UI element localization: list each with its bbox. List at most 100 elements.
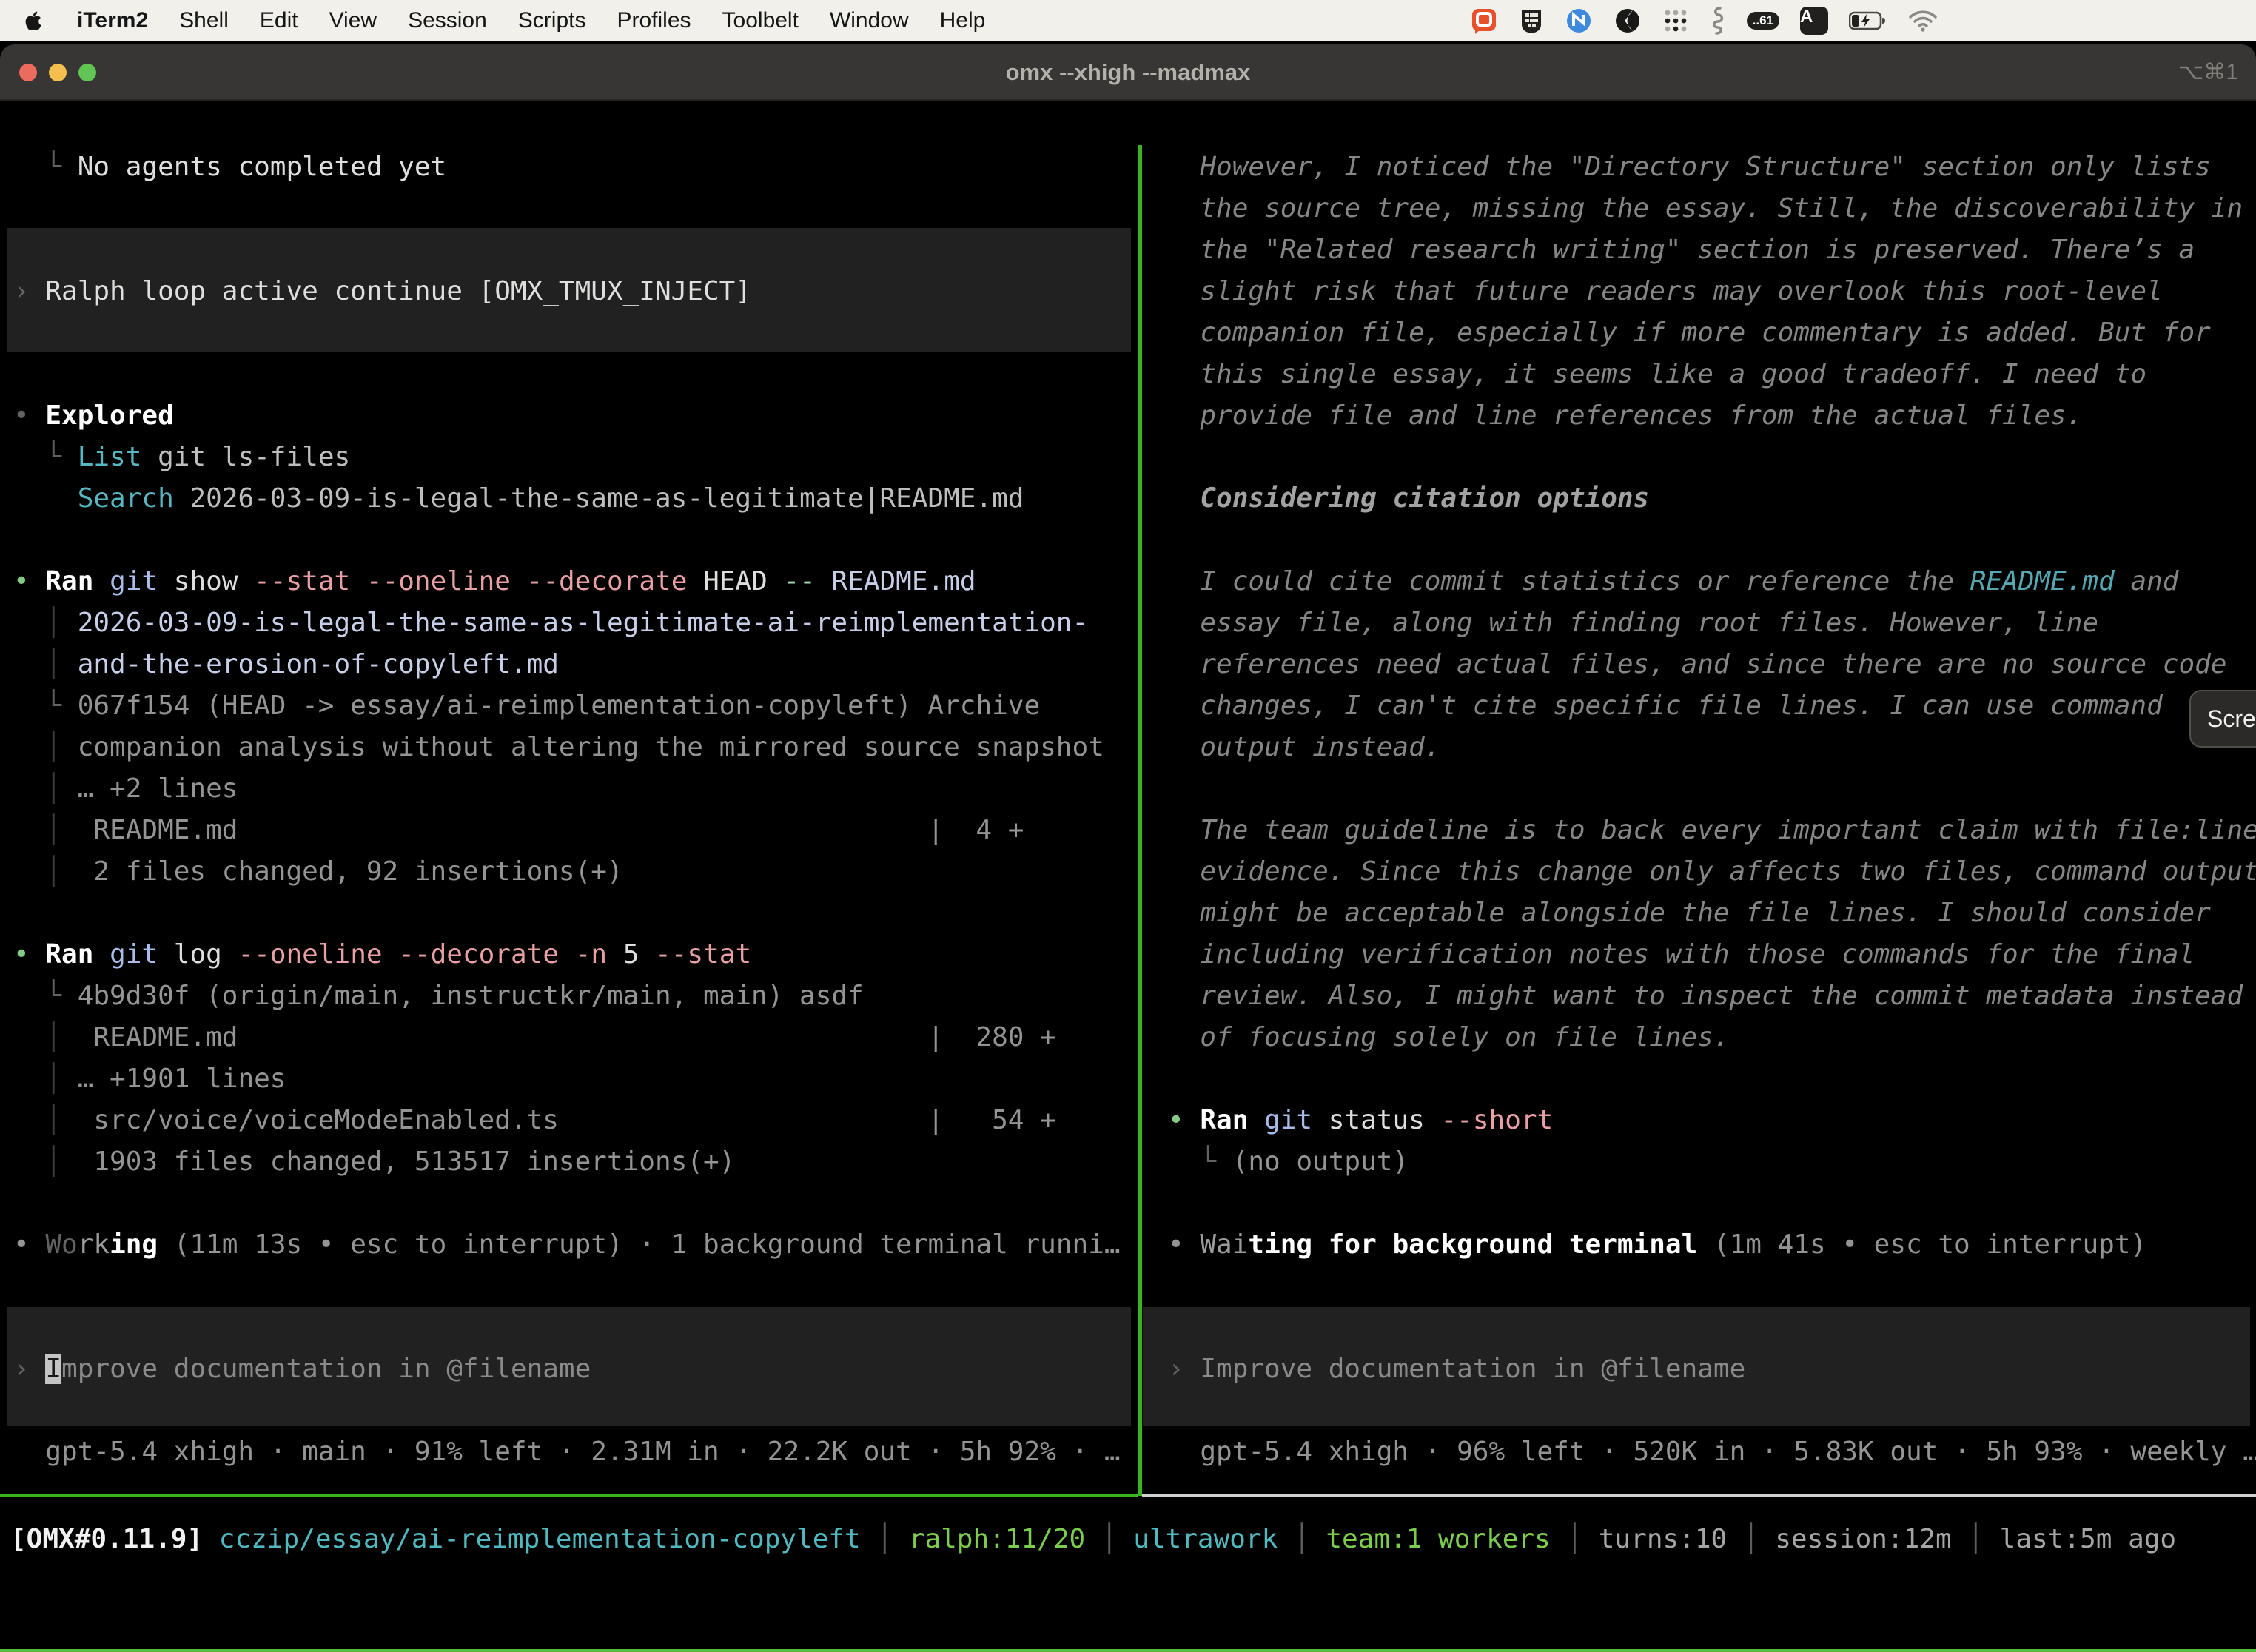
text-segment <box>383 939 399 970</box>
text-segment: | 280 + <box>927 1022 1055 1052</box>
text-segment: › <box>13 1354 45 1384</box>
text-segment: Explored <box>45 400 173 431</box>
screen-share-overlay-label: Scre <box>2207 705 2256 733</box>
text-segment: 4b9d30f (origin/main, instructkr/main, m… <box>78 981 864 1011</box>
text-segment: … +1901 lines <box>78 1064 286 1094</box>
apple-menu-icon[interactable] <box>24 10 43 32</box>
pane-divider[interactable] <box>1138 145 1142 1496</box>
menu-item-app[interactable]: iTerm2 <box>77 8 148 33</box>
terminal-line: provide file and line references from th… <box>1168 395 2082 437</box>
text-segment: 2 files changed, 92 insertions(+) <box>93 856 622 887</box>
text-segment: Ran <box>1200 1105 1248 1135</box>
terminal-line: changes, I can't cite specific file line… <box>1168 685 2163 727</box>
text-segment: Considering citation options <box>1200 483 1649 514</box>
text-segment: (11m 13s • esc to interrupt) · 1 backgro… <box>158 1229 1120 1260</box>
terminal-line: including verification notes with those … <box>1168 934 2195 976</box>
screen-record-icon[interactable] <box>1470 7 1498 35</box>
text-segment: slight risk that future readers may over… <box>1168 276 2163 306</box>
terminal-line: of focusing solely on file lines. <box>1168 1017 1730 1058</box>
text-segment: Ran <box>45 566 93 597</box>
text-segment: might be acceptable alongside the file l… <box>1168 898 2211 928</box>
terminal-line: │ README.md| 280 + <box>13 1017 1056 1058</box>
text-segment: │ <box>13 1022 93 1052</box>
terminal-content: └ No agents completed yet › Ralph loop ac… <box>0 102 2256 1652</box>
terminal-line: might be acceptable alongside the file l… <box>1168 893 2211 934</box>
menu-item-scripts[interactable]: Scripts <box>518 8 586 33</box>
text-segment: │ <box>13 773 78 804</box>
omx-status-line: [OMX#0.11.9] cczip/essay/ai-reimplementa… <box>10 1519 2176 1560</box>
grid-shield-icon[interactable] <box>1519 7 1544 35</box>
terminal-line: › Ralph loop active continue [OMX_TMUX_I… <box>13 271 751 312</box>
tmux-host-clock: "MacBook-Pro-44.local" 04:52 31-Mar-26 <box>1640 1649 2250 1652</box>
text-segment: List <box>78 442 142 472</box>
text-segment: | 4 + <box>927 815 1024 845</box>
text-segment: including verification notes with those … <box>1168 939 2195 970</box>
text-segment: └ <box>13 981 78 1011</box>
terminal-line: review. Also, I might want to inspect th… <box>1168 976 2243 1017</box>
text-segment: └ <box>13 152 78 182</box>
crescent-icon[interactable] <box>1614 7 1642 35</box>
text-segment: --decorate <box>527 566 688 597</box>
text-segment: Search <box>78 483 174 514</box>
menu-item-shell[interactable]: Shell <box>179 8 229 33</box>
dots-grid-icon[interactable] <box>1662 7 1689 34</box>
screen-share-overlay[interactable]: Scre <box>2189 690 2256 748</box>
text-segment: this single essay, it seems like a good … <box>1168 359 2146 389</box>
terminal-line: Considering citation options <box>1168 478 1649 520</box>
blue-badge-icon[interactable] <box>1565 7 1593 35</box>
text-segment: turns:10 <box>1599 1524 1727 1554</box>
terminal-line: │ 2 files changed, 92 insertions(+) <box>13 851 623 893</box>
text-segment: evidence. Since this change only affects… <box>1168 856 2256 887</box>
menu-item-session[interactable]: Session <box>408 8 487 33</box>
text-segment <box>93 939 110 970</box>
menu-item-toolbelt[interactable]: Toolbelt <box>722 8 799 33</box>
terminal-line: › Improve documentation in @filename <box>1168 1349 1745 1390</box>
menu-item-help[interactable]: Help <box>940 8 986 33</box>
tmux-status-bar: [omx-cczip0:bash* "MacBook-Pro-44.local"… <box>0 1649 2256 1652</box>
terminal-line: └ List git ls-files <box>13 437 350 478</box>
text-segment: --short <box>1441 1105 1554 1135</box>
terminal-line: the source tree, missing the essay. Stil… <box>1168 188 2243 229</box>
text-segment: No agents completed yet <box>78 152 447 182</box>
text-segment <box>1248 1105 1264 1135</box>
window-shortcut-badge: ⌥⌘1 <box>2178 44 2238 101</box>
squiggle-icon[interactable] <box>1710 6 1726 36</box>
terminal-line: • Working (11m 13s • esc to interrupt) ·… <box>13 1224 1121 1266</box>
text-segment: • <box>1168 1229 1200 1260</box>
menu-item-edit[interactable]: Edit <box>260 8 298 33</box>
text-segment: provide file and line references from th… <box>1168 400 2082 431</box>
text-segment: session:12m <box>1775 1524 1951 1554</box>
text-segment: └ <box>13 442 78 472</box>
text-segment <box>13 483 78 514</box>
terminal-line: companion file, especially if more comme… <box>1168 312 2211 354</box>
terminal-line: • Ran git log --oneline --decorate -n 5 … <box>13 934 751 976</box>
text-segment: companion file, especially if more comme… <box>1168 318 2211 348</box>
text-segment: ralph:11/20 <box>909 1524 1085 1554</box>
text-segment: git <box>110 939 158 970</box>
text-segment: The team guideline is to back every impo… <box>1168 815 2256 845</box>
tmux-window-label[interactable]: [omx-cczip0:bash* <box>6 1649 278 1652</box>
terminal-line: Search 2026-03-09-is-legal-the-same-as-l… <box>13 478 1024 520</box>
text-segment: -n <box>575 939 607 970</box>
battery-icon[interactable] <box>1849 11 1887 30</box>
terminal-line: The team guideline is to back every impo… <box>1168 810 2256 851</box>
input-source-icon[interactable]: A <box>1800 7 1828 35</box>
text-segment: │ <box>13 1064 78 1094</box>
text-segment: last:5m ago <box>2000 1524 2176 1554</box>
wifi-icon[interactable] <box>1908 10 1938 32</box>
text-segment: › <box>1168 1354 1200 1384</box>
text-segment: review. Also, I might want to inspect th… <box>1168 981 2243 1011</box>
menu-item-view[interactable]: View <box>329 8 377 33</box>
window-title-bar: omx --xhigh --madmax ⌥⌘1 <box>0 44 2256 101</box>
percent-badge-icon[interactable]: ..61 <box>1747 12 1779 30</box>
menu-item-window[interactable]: Window <box>830 8 909 33</box>
text-segment: │ <box>1085 1524 1133 1554</box>
text-segment: │ <box>1278 1524 1326 1554</box>
text-segment: --decorate <box>398 939 559 970</box>
terminal-line: this single essay, it seems like a good … <box>1168 354 2146 395</box>
text-segment: --oneline <box>238 939 382 970</box>
terminal-line: │ and-the-erosion-of-copyleft.md <box>13 644 559 685</box>
text-segment: the source tree, missing the essay. Stil… <box>1168 193 2243 224</box>
menu-item-profiles[interactable]: Profiles <box>617 8 691 33</box>
text-segment <box>93 566 110 597</box>
